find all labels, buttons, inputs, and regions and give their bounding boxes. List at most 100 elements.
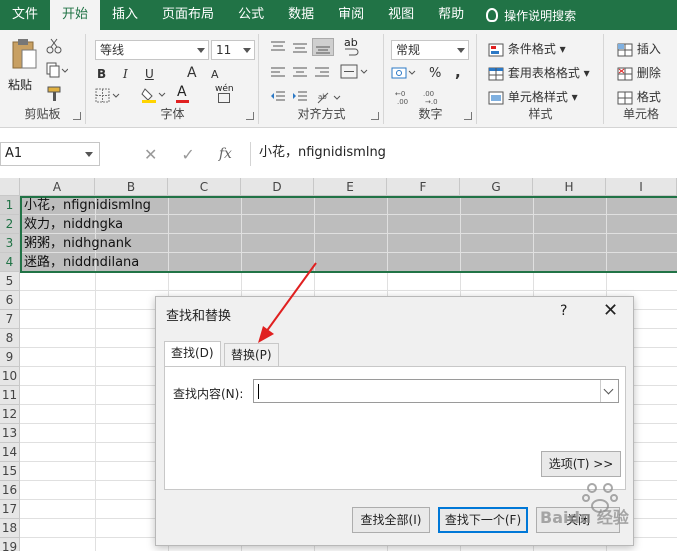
increase-indent-icon[interactable] [292,90,308,104]
tab-view[interactable]: 视图 [376,0,426,30]
phonetic-button[interactable]: wén [215,84,245,106]
column-header-f[interactable]: F [387,178,460,196]
row-header-8[interactable]: 8 [0,329,20,348]
format-painter-icon[interactable] [46,86,62,102]
decrease-indent-icon[interactable] [270,90,286,104]
column-header-e[interactable]: E [314,178,387,196]
tab-file[interactable]: 文件 [0,0,50,30]
align-left-icon[interactable] [270,66,286,80]
row-header-4[interactable]: 4 [0,253,20,272]
tab-help[interactable]: 帮助 [426,0,476,30]
row-header-5[interactable]: 5 [0,272,20,291]
tab-replace[interactable]: 替换(P) [224,343,279,367]
options-button[interactable]: 选项(T) >> [541,451,621,477]
find-next-button[interactable]: 查找下一个(F) [438,507,528,533]
comma-button[interactable]: , [455,63,461,81]
format-cells-button[interactable]: 格式 [617,88,661,106]
tab-page-layout[interactable]: 页面布局 [150,0,226,30]
number-format-combo[interactable]: 常规 [391,40,469,60]
cell-a1[interactable]: 小花，nfignidismlng [24,196,151,215]
row-header-1[interactable]: 1 [0,196,20,215]
row-header-12[interactable]: 12 [0,405,20,424]
select-all-corner[interactable] [0,178,20,196]
tab-data[interactable]: 数据 [276,0,326,30]
row-header-17[interactable]: 17 [0,500,20,519]
cell-styles-button[interactable]: 单元格样式 ▾ [488,88,578,106]
italic-button[interactable]: I [123,65,128,83]
row-header-3[interactable]: 3 [0,234,20,253]
delete-cells-button[interactable]: 删除 [617,64,661,82]
insert-function-icon[interactable]: fx [219,146,232,162]
row-header-13[interactable]: 13 [0,424,20,443]
formula-input[interactable]: 小花，nfignidismlng [250,142,677,166]
insert-cells-button[interactable]: 插入 [617,40,661,58]
fill-color-icon[interactable] [141,86,167,104]
number-launcher-icon[interactable] [464,112,472,120]
align-right-icon[interactable] [314,66,330,80]
row-header-18[interactable]: 18 [0,519,20,538]
cut-icon[interactable] [46,38,62,54]
column-header-a[interactable]: A [20,178,95,196]
tab-formulas[interactable]: 公式 [226,0,276,30]
cell-a3[interactable]: 粥粥，nidhgnank [24,234,132,253]
align-top-icon[interactable] [270,40,286,54]
tab-insert[interactable]: 插入 [100,0,150,30]
row-header-2[interactable]: 2 [0,215,20,234]
column-header-h[interactable]: H [533,178,606,196]
underline-button[interactable]: U [145,65,154,83]
row-header-15[interactable]: 15 [0,462,20,481]
column-header-b[interactable]: B [95,178,168,196]
tab-find[interactable]: 查找(D) [164,341,221,367]
row-header-6[interactable]: 6 [0,291,20,310]
column-header-c[interactable]: C [168,178,241,196]
alignment-launcher-icon[interactable] [371,112,379,120]
grow-font-button[interactable]: A [187,64,197,82]
borders-icon[interactable] [95,88,121,104]
row-header-11[interactable]: 11 [0,386,20,405]
row-header-16[interactable]: 16 [0,481,20,500]
merge-center-icon[interactable] [340,64,368,80]
increase-decimal-icon[interactable]: ←0.00 [393,88,419,106]
copy-icon[interactable] [46,62,68,78]
row-header-9[interactable]: 9 [0,348,20,367]
tell-me-search[interactable]: 操作说明搜索 [476,7,576,24]
shrink-font-button[interactable]: A [211,66,219,84]
row-header-7[interactable]: 7 [0,310,20,329]
percent-button[interactable]: % [429,65,441,83]
column-header-d[interactable]: D [241,178,314,196]
font-launcher-icon[interactable] [246,112,254,120]
help-button[interactable]: ? [560,303,567,319]
font-size-combo[interactable]: 11 [211,40,255,60]
tab-home[interactable]: 开始 [50,0,101,30]
cancel-icon[interactable]: ✕ [144,145,157,164]
bold-button[interactable]: B [97,65,106,83]
column-header-i[interactable]: I [606,178,677,196]
cell-a2[interactable]: 效力，niddngka [24,215,123,234]
orientation-icon[interactable]: ab [316,90,344,106]
decrease-decimal-icon[interactable]: .00→.0 [421,88,447,106]
wrap-text-button[interactable]: ab [342,36,364,58]
name-box[interactable]: A1 [0,142,100,166]
row-header-14[interactable]: 14 [0,443,20,462]
clipboard-launcher-icon[interactable] [73,112,81,120]
tab-review[interactable]: 审阅 [326,0,376,30]
align-bottom-button[interactable] [312,38,334,56]
font-name-combo[interactable]: 等线 [95,40,209,60]
find-history-dropdown[interactable] [600,380,618,402]
column-header-g[interactable]: G [460,178,533,196]
accounting-format-icon[interactable] [391,65,417,81]
cell-a4[interactable]: 迷路，niddndilana [24,253,139,272]
font-color-button[interactable]: A [175,84,201,104]
format-as-table-button[interactable]: 套用表格格式 ▾ [488,64,590,82]
row-header-19[interactable]: 19 [0,538,20,551]
paste-button[interactable]: 粘贴 [6,36,42,92]
enter-icon[interactable]: ✓ [181,145,194,164]
find-all-button[interactable]: 查找全部(I) [352,507,430,533]
align-center-icon[interactable] [292,66,308,80]
row-header-10[interactable]: 10 [0,367,20,386]
close-icon[interactable]: ✕ [603,300,618,321]
find-what-input[interactable] [253,379,619,403]
format-cells-icon [617,91,633,104]
conditional-format-button[interactable]: 条件格式 ▾ [488,40,566,58]
align-middle-icon[interactable] [292,40,308,54]
